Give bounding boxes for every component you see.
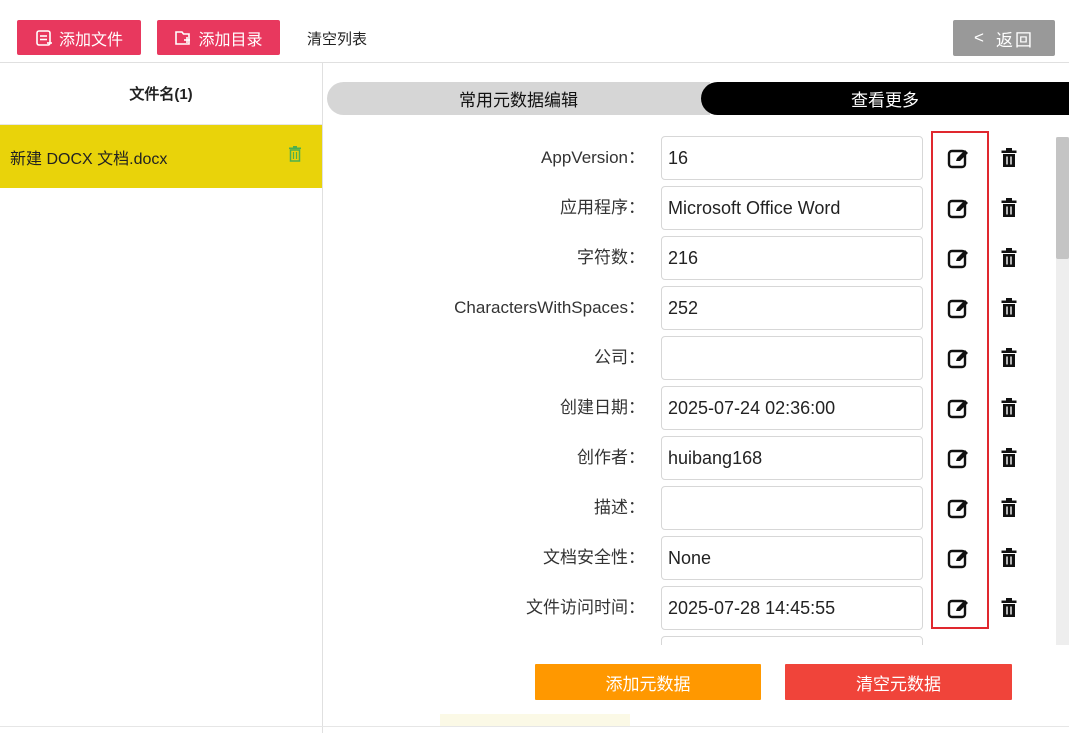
metadata-row: 创建日期： 2025-07-24 02:36:00 (327, 380, 1057, 430)
trash-icon[interactable] (1001, 298, 1017, 318)
edit-icon[interactable] (947, 198, 969, 220)
scrollbar-thumb[interactable] (1056, 137, 1069, 259)
metadata-value-field[interactable]: 216 (661, 236, 923, 280)
trash-icon[interactable] (1001, 148, 1017, 168)
metadata-row: 描述： (327, 480, 1057, 530)
metadata-field-label: AppVersion： (541, 148, 645, 167)
tab-common-metadata[interactable]: 常用元数据编辑 (327, 82, 710, 115)
edit-icon[interactable] (947, 248, 969, 270)
add-metadata-button[interactable]: 添加元数据 (535, 664, 761, 700)
trash-icon[interactable] (1001, 498, 1017, 518)
clear-list-button[interactable]: 清空列表 (307, 28, 367, 49)
chevron-left-icon: < (974, 28, 986, 47)
metadata-row: AppVersion： 16 (327, 130, 1057, 180)
back-label: 返回 (995, 30, 1034, 50)
trash-icon[interactable] (1001, 198, 1017, 218)
metadata-row (327, 630, 1057, 645)
metadata-field-label: 公司： (594, 348, 645, 367)
metadata-value-field[interactable]: 2025-07-24 02:36:00 (661, 386, 923, 430)
edit-icon[interactable] (947, 598, 969, 620)
tab-view-more[interactable]: 查看更多 (701, 82, 1069, 115)
trash-icon[interactable] (1001, 448, 1017, 468)
clear-metadata-button[interactable]: 清空元数据 (785, 664, 1012, 700)
metadata-row: 应用程序： Microsoft Office Word (327, 180, 1057, 230)
file-list-item[interactable]: 新建 DOCX 文档.docx (0, 125, 322, 188)
trash-icon[interactable] (1001, 548, 1017, 568)
trash-icon[interactable] (1001, 348, 1017, 368)
metadata-value-field[interactable]: 252 (661, 286, 923, 330)
metadata-tabs: 常用元数据编辑 查看更多 (327, 82, 1069, 115)
add-file-icon (36, 29, 52, 46)
edit-icon[interactable] (947, 148, 969, 170)
metadata-row: 公司： (327, 330, 1057, 380)
metadata-field-label: 字符数： (577, 248, 645, 267)
metadata-row: 文档安全性： None (327, 530, 1057, 580)
metadata-field-label: 文档安全性： (543, 548, 645, 567)
metadata-value-field[interactable] (661, 636, 923, 645)
metadata-field-label: 应用程序： (560, 198, 645, 217)
divider (0, 726, 1069, 727)
metadata-value-field[interactable]: 16 (661, 136, 923, 180)
edit-icon[interactable] (947, 348, 969, 370)
metadata-row: CharactersWithSpaces： 252 (327, 280, 1057, 330)
metadata-field-label: 文件访问时间： (526, 598, 645, 617)
metadata-value-field[interactable] (661, 486, 923, 530)
metadata-field-label: 创作者： (577, 448, 645, 467)
footer-faint-bar (440, 714, 630, 726)
metadata-value-field[interactable]: huibang168 (661, 436, 923, 480)
metadata-row: 字符数： 216 (327, 230, 1057, 280)
add-folder-icon (175, 30, 191, 45)
add-directory-button[interactable]: 添加目录 (157, 20, 280, 55)
metadata-value-field[interactable]: 2025-07-28 14:45:55 (661, 586, 923, 630)
edit-icon[interactable] (947, 498, 969, 520)
add-file-label: 添加文件 (58, 31, 123, 49)
metadata-value-field[interactable] (661, 336, 923, 380)
scrollbar[interactable] (1056, 137, 1069, 645)
metadata-value-field[interactable]: None (661, 536, 923, 580)
add-directory-label: 添加目录 (198, 31, 263, 49)
trash-icon[interactable] (288, 146, 302, 167)
trash-icon[interactable] (1001, 398, 1017, 418)
metadata-row: 文件访问时间： 2025-07-28 14:45:55 (327, 580, 1057, 630)
metadata-value-field[interactable]: Microsoft Office Word (661, 186, 923, 230)
metadata-list: AppVersion： 16 应用程序： Microsoft Office Word 字… (327, 130, 1057, 645)
metadata-field-label: 创建日期： (560, 398, 645, 417)
metadata-row: 创作者： huibang168 (327, 430, 1057, 480)
metadata-field-label: CharactersWithSpaces： (454, 298, 645, 317)
add-file-button[interactable]: 添加文件 (17, 20, 141, 55)
top-toolbar: 添加文件 添加目录 清空列表 < 返回 (0, 0, 1069, 62)
back-button[interactable]: < 返回 (953, 20, 1055, 56)
file-list-header: 文件名(1) (0, 63, 322, 125)
file-name: 新建 DOCX 文档.docx (10, 150, 168, 168)
edit-icon[interactable] (947, 398, 969, 420)
edit-icon[interactable] (947, 448, 969, 470)
edit-icon[interactable] (947, 298, 969, 320)
trash-icon[interactable] (1001, 598, 1017, 618)
metadata-field-label: 描述： (594, 498, 645, 517)
edit-icon[interactable] (947, 548, 969, 570)
trash-icon[interactable] (1001, 248, 1017, 268)
file-list-panel: 文件名(1) 新建 DOCX 文档.docx (0, 63, 323, 733)
